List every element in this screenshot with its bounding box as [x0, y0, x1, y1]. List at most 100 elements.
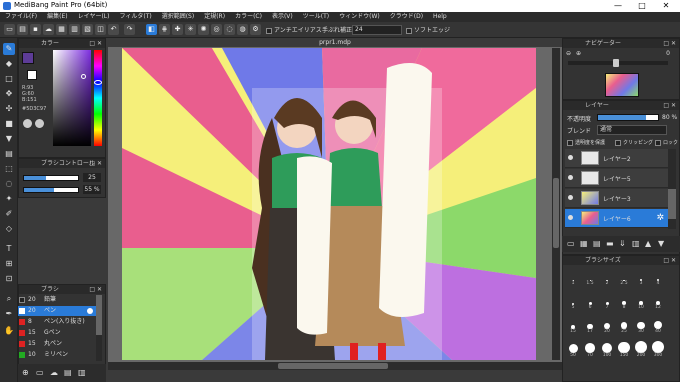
- menu-window[interactable]: ウィンドウ(W): [334, 12, 385, 22]
- copy-brush-icon[interactable]: ▭: [36, 368, 44, 377]
- radial-snap-icon[interactable]: ✺: [198, 24, 209, 35]
- protect-alpha-checkbox[interactable]: [567, 139, 573, 146]
- transform-tool-icon[interactable]: ✣: [3, 103, 15, 115]
- fill-rect-tool-icon[interactable]: ■: [3, 118, 15, 130]
- edit-brush-icon[interactable]: ▤: [64, 368, 72, 377]
- layer-settings-gear-icon[interactable]: ✲: [656, 213, 664, 223]
- magic-wand-icon[interactable]: ✦: [3, 193, 15, 205]
- brush-size-option[interactable]: 100: [599, 340, 615, 358]
- redo-icon[interactable]: ↷: [124, 24, 135, 35]
- menu-layer[interactable]: レイヤー(L): [73, 12, 115, 22]
- snap-settings-icon[interactable]: ⚙: [250, 24, 261, 35]
- layer-row[interactable]: レイヤー5: [565, 169, 668, 188]
- menu-filter[interactable]: フィルタ(T): [114, 12, 156, 22]
- dotted-select-icon[interactable]: ⬚: [3, 163, 15, 175]
- brush-size-slider[interactable]: [23, 175, 79, 181]
- brush-size-option[interactable]: 8: [616, 292, 632, 310]
- correction-select[interactable]: 24: [352, 25, 402, 35]
- brush-size-option[interactable]: 6: [582, 292, 598, 310]
- brush-size-value[interactable]: 25: [83, 173, 101, 182]
- panel-close-icon[interactable]: □ ✕: [663, 101, 676, 110]
- brush-item[interactable]: 10 ミリペン: [18, 350, 96, 360]
- brush-size-option[interactable]: 20: [599, 316, 615, 334]
- circle-snap-icon[interactable]: ◎: [211, 24, 222, 35]
- brush-size-option[interactable]: 2.5: [616, 268, 632, 286]
- new-halftone-layer-icon[interactable]: ▦: [580, 239, 588, 248]
- open-file-icon[interactable]: ▤: [17, 24, 28, 35]
- layer-up-icon[interactable]: ▲: [645, 239, 651, 248]
- menu-edit[interactable]: 編集(E): [42, 12, 72, 22]
- cloud-brush-icon[interactable]: ☁: [50, 368, 58, 377]
- brush-size-option[interactable]: 17: [582, 316, 598, 334]
- hand-tool-icon[interactable]: ✋: [3, 325, 15, 337]
- brush-item-selected[interactable]: 20 ペン: [18, 306, 96, 316]
- brush-size-option[interactable]: 10: [633, 292, 649, 310]
- antialias-option[interactable]: アンチエイリアス: [266, 25, 322, 34]
- text-tool-icon[interactable]: T: [3, 243, 15, 255]
- hue-slider-handle[interactable]: [94, 80, 102, 85]
- visibility-eye-icon[interactable]: [568, 195, 573, 200]
- rectangle-tool-icon[interactable]: □: [3, 73, 15, 85]
- canvas-artwork[interactable]: [122, 48, 536, 360]
- ruler-icon[interactable]: ▧: [82, 24, 93, 35]
- visibility-eye-icon[interactable]: [568, 155, 573, 160]
- layer-row[interactable]: レイヤー3: [565, 189, 668, 208]
- lasso-tool-icon[interactable]: ◌: [3, 178, 15, 190]
- brush-item[interactable]: 15 Gペン: [18, 328, 96, 338]
- lock-checkbox[interactable]: [655, 139, 661, 146]
- color-circle-icon[interactable]: [23, 119, 32, 128]
- curve-snap-icon[interactable]: ◌: [224, 24, 235, 35]
- brush-size-option[interactable]: 70: [582, 340, 598, 358]
- brush-size-option[interactable]: 15: [565, 316, 581, 334]
- delete-brush-icon[interactable]: ▥: [78, 368, 86, 377]
- brush-tool-icon[interactable]: ✎: [3, 43, 15, 55]
- undo-icon[interactable]: ↶: [108, 24, 119, 35]
- zoom-out-icon[interactable]: ⊖: [566, 50, 571, 57]
- clipping-checkbox[interactable]: [615, 139, 621, 146]
- new-layer-icon[interactable]: ▭: [567, 239, 575, 248]
- new-file-icon[interactable]: ▭: [4, 24, 15, 35]
- antialias-checkbox[interactable]: [266, 27, 272, 34]
- brush-item[interactable]: 20 鉛筆: [18, 295, 96, 305]
- color-picker-cursor[interactable]: [81, 74, 86, 79]
- menu-tool[interactable]: ツール(T): [298, 12, 334, 22]
- soft-edge-option[interactable]: ソフトエッジ: [406, 25, 450, 34]
- parallel-snap-icon[interactable]: ⋕: [159, 24, 170, 35]
- divide-tool-icon[interactable]: ⊞: [3, 258, 15, 270]
- grid-icon[interactable]: ▦: [56, 24, 67, 35]
- layer-icon[interactable]: ◫: [95, 24, 106, 35]
- minimize-button[interactable]: —: [606, 0, 630, 12]
- move-tool-icon[interactable]: ✥: [3, 88, 15, 100]
- brush-size-option[interactable]: 1.5: [582, 268, 598, 286]
- snap-off-icon[interactable]: ◧: [146, 24, 157, 35]
- hue-slider[interactable]: [94, 50, 102, 146]
- horizontal-scroll-thumb[interactable]: [278, 363, 388, 369]
- cloud-icon[interactable]: ☁: [43, 24, 54, 35]
- brush-opacity-value[interactable]: 55 %: [83, 185, 101, 194]
- panel-close-icon[interactable]: □ ✕: [89, 39, 102, 48]
- color-palette-icon[interactable]: [35, 119, 44, 128]
- new-folder-icon[interactable]: ▬: [606, 239, 614, 248]
- menu-ruler[interactable]: 定規(R): [199, 12, 230, 22]
- eyedropper-tool-icon[interactable]: ⌕: [3, 293, 15, 305]
- brush-item[interactable]: 8 ペン(入り抜き): [18, 317, 96, 327]
- pen-tool-icon[interactable]: ✒: [3, 308, 15, 320]
- maximize-button[interactable]: □: [630, 0, 654, 12]
- blend-mode-select[interactable]: 通常: [597, 125, 667, 135]
- menu-file[interactable]: ファイル(F): [0, 12, 42, 22]
- brush-size-option[interactable]: 25: [616, 316, 632, 334]
- menu-select[interactable]: 選択範囲(S): [157, 12, 200, 22]
- bucket-tool-icon[interactable]: ▼: [3, 133, 15, 145]
- navigator-preview[interactable]: [605, 73, 639, 97]
- brush-size-option[interactable]: 5: [565, 292, 581, 310]
- visibility-eye-icon[interactable]: [568, 215, 573, 220]
- eraser-tool-icon[interactable]: ◆: [3, 58, 15, 70]
- gradient-tool-icon[interactable]: ▤: [3, 148, 15, 160]
- merge-down-icon[interactable]: ⇓: [619, 239, 626, 248]
- brush-size-option[interactable]: 300: [650, 340, 666, 358]
- brush-size-option[interactable]: 12: [650, 292, 666, 310]
- lock-option[interactable]: ロック: [655, 139, 678, 146]
- background-color-swatch[interactable]: [27, 70, 37, 80]
- color-saturation-box[interactable]: [53, 50, 91, 146]
- brush-settings-icon[interactable]: [87, 308, 93, 314]
